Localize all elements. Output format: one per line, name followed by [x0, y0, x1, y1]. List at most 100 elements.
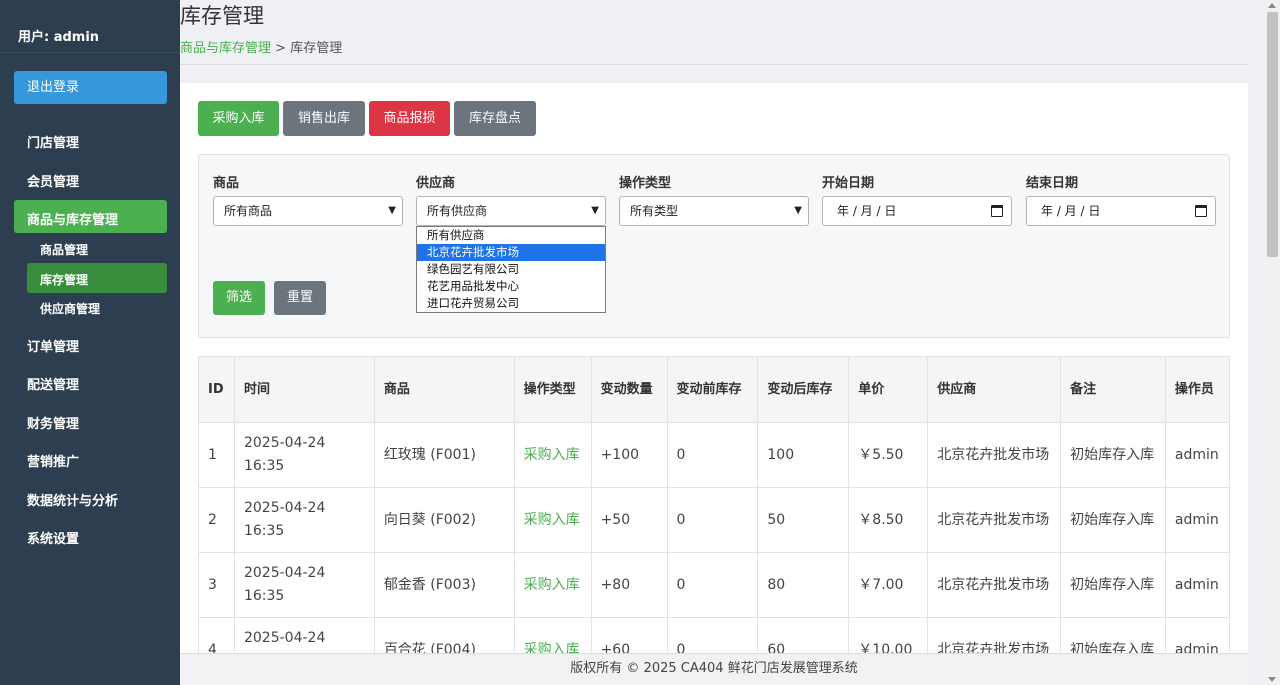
supplier-option[interactable]: 绿色园艺有限公司	[417, 261, 605, 278]
table-row: 3 2025-04-24 16:35 郁金香 (F003) 采购入库 +80 0 80 ￥7.…	[198, 552, 1231, 618]
logout-button[interactable]: 退出登录	[14, 71, 167, 104]
supplier-select-value: 所有供应商	[427, 204, 488, 218]
cell-op-type: 采购入库	[513, 617, 592, 653]
type-select-value: 所有类型	[630, 204, 679, 218]
calendar-icon[interactable]	[991, 205, 1003, 217]
end-date-input[interactable]: 年 / 月 / 日	[1026, 196, 1216, 226]
cell-time: 2025-04-24 16:35	[233, 552, 375, 618]
scroll-down-icon[interactable]	[1268, 677, 1276, 682]
sidebar-item-stores[interactable]: 门店管理	[27, 132, 79, 151]
filter-button[interactable]: 筛选	[213, 281, 265, 315]
chevron-down-icon: ▼	[794, 205, 802, 216]
product-select[interactable]: 所有商品 ▼	[213, 196, 403, 226]
scroll-up-icon[interactable]	[1268, 3, 1276, 8]
sidebar-item-orders[interactable]: 订单管理	[27, 336, 79, 355]
cell-after-stock: 80	[757, 552, 850, 618]
col-header-time: 时间	[233, 356, 375, 423]
header-divider	[180, 64, 1248, 65]
cell-operator: admin	[1164, 422, 1231, 488]
chevron-down-icon: ▼	[388, 205, 396, 216]
col-header-op-type: 操作类型	[513, 356, 592, 423]
breadcrumb: 商品与库存管理 > 库存管理	[180, 37, 342, 56]
breadcrumb-current: 库存管理	[290, 41, 343, 56]
cell-time: 2025-04-24 16:35	[233, 487, 375, 553]
end-date-label: 结束日期	[1026, 176, 1079, 191]
page-title: 库存管理	[180, 4, 264, 28]
supplier-option[interactable]: 所有供应商	[417, 227, 605, 244]
sidebar-item-finance[interactable]: 财务管理	[27, 413, 79, 432]
cell-unit-price: ￥8.50	[848, 487, 929, 553]
sidebar-item-products-inventory[interactable]: 商品与库存管理	[27, 209, 118, 228]
end-date-value: 年 / 月 / 日	[1041, 204, 1101, 218]
page-scrollbar[interactable]	[1265, 0, 1280, 685]
sidebar-subitem-inventory[interactable]: 库存管理	[40, 271, 88, 288]
cell-remark: 初始库存入库	[1060, 552, 1166, 618]
cell-product: 郁金香 (F003)	[373, 552, 515, 618]
start-date-label: 开始日期	[822, 176, 875, 191]
cell-operator: admin	[1164, 617, 1231, 653]
col-header-remark: 备注	[1060, 356, 1166, 423]
sidebar-item-settings[interactable]: 系统设置	[27, 528, 79, 547]
scrollbar-thumb[interactable]	[1267, 12, 1278, 257]
sales-out-button[interactable]: 销售出库	[283, 101, 365, 136]
cell-before-stock: 0	[666, 552, 759, 618]
cell-product: 红玫瑰 (F001)	[373, 422, 515, 488]
table-row: 42025-04-24 16:35百合花 (F004)采购入库+60060￥10…	[198, 617, 1231, 653]
cell-product: 百合花 (F004)	[373, 617, 515, 653]
chevron-down-icon: ▼	[591, 205, 599, 216]
supplier-option[interactable]: 花艺用品批发中心	[417, 278, 605, 295]
col-header-product: 商品	[373, 356, 515, 423]
sidebar-item-members[interactable]: 会员管理	[27, 171, 79, 190]
main-content: 采购入库 销售出库 商品报损 库存盘点 商品 所有商品 ▼ 供应商 所有供应商 …	[180, 83, 1248, 653]
footer: 版权所有 © 2025 CA404 鲜花门店发展管理系统	[180, 653, 1248, 685]
table-row: 1 2025-04-24 16:35 红玫瑰 (F001) 采购入库 +100 0 100 ￥…	[198, 422, 1231, 488]
cell-change-qty: +100	[590, 422, 668, 488]
cell-id: 1	[198, 422, 235, 488]
breadcrumb-link[interactable]: 商品与库存管理	[180, 41, 271, 56]
cell-remark: 初始库存入库	[1060, 422, 1166, 488]
col-header-change-qty: 变动数量	[590, 356, 668, 423]
breadcrumb-separator: >	[271, 41, 291, 56]
cell-remark: 初始库存入库	[1060, 617, 1166, 653]
cell-operator: admin	[1164, 487, 1231, 553]
cell-change-qty: +60	[590, 617, 668, 653]
supplier-select[interactable]: 所有供应商 ▼	[416, 196, 606, 226]
col-header-before-stock: 变动前库存	[666, 356, 759, 423]
sidebar-item-delivery[interactable]: 配送管理	[27, 374, 79, 393]
cell-after-stock: 60	[757, 617, 850, 653]
cell-id: 3	[198, 552, 235, 618]
current-user-label: 用户: admin	[18, 30, 100, 45]
cell-op-type: 采购入库	[513, 422, 592, 488]
sidebar-subitem-products[interactable]: 商品管理	[40, 241, 88, 258]
type-filter-label: 操作类型	[619, 176, 672, 191]
cell-op-type: 采购入库	[513, 552, 592, 618]
table-row: 2 2025-04-24 16:35 向日葵 (F002) 采购入库 +50 0 50 ￥8.…	[198, 487, 1231, 553]
col-header-id: ID	[198, 356, 235, 423]
start-date-input[interactable]: 年 / 月 / 日	[822, 196, 1012, 226]
product-filter-label: 商品	[213, 176, 240, 191]
col-header-operator: 操作员	[1164, 356, 1231, 423]
supplier-option[interactable]: 进口花卉贸易公司	[417, 295, 605, 312]
cell-op-type: 采购入库	[513, 487, 592, 553]
cell-product: 向日葵 (F002)	[373, 487, 515, 553]
cell-supplier: 北京花卉批发市场	[927, 487, 1062, 553]
stocktake-button[interactable]: 库存盘点	[454, 101, 536, 136]
calendar-icon[interactable]	[1195, 205, 1207, 217]
sidebar-item-marketing[interactable]: 营销推广	[27, 451, 79, 470]
cell-operator: admin	[1164, 552, 1231, 618]
product-select-value: 所有商品	[224, 204, 273, 218]
sidebar-item-statistics[interactable]: 数据统计与分析	[27, 490, 118, 509]
cell-time: 2025-04-24 16:35	[233, 617, 375, 653]
sidebar-divider	[0, 52, 180, 53]
supplier-option-highlighted[interactable]: 北京花卉批发市场	[417, 244, 605, 261]
report-loss-button[interactable]: 商品报损	[369, 101, 450, 136]
cell-after-stock: 100	[757, 422, 850, 488]
sidebar-subitem-suppliers[interactable]: 供应商管理	[40, 300, 100, 317]
table-header-row: ID 时间 商品 操作类型 变动数量 变动前库存 变动后库存 单价 供应商 备注…	[198, 356, 1231, 423]
type-select[interactable]: 所有类型 ▼	[619, 196, 809, 226]
cell-id: 4	[198, 617, 235, 653]
purchase-in-button[interactable]: 采购入库	[198, 101, 279, 136]
reset-button[interactable]: 重置	[274, 281, 326, 315]
supplier-dropdown-list: 所有供应商 北京花卉批发市场 绿色园艺有限公司 花艺用品批发中心 进口花卉贸易公…	[416, 226, 606, 313]
cell-supplier: 北京花卉批发市场	[927, 422, 1062, 488]
